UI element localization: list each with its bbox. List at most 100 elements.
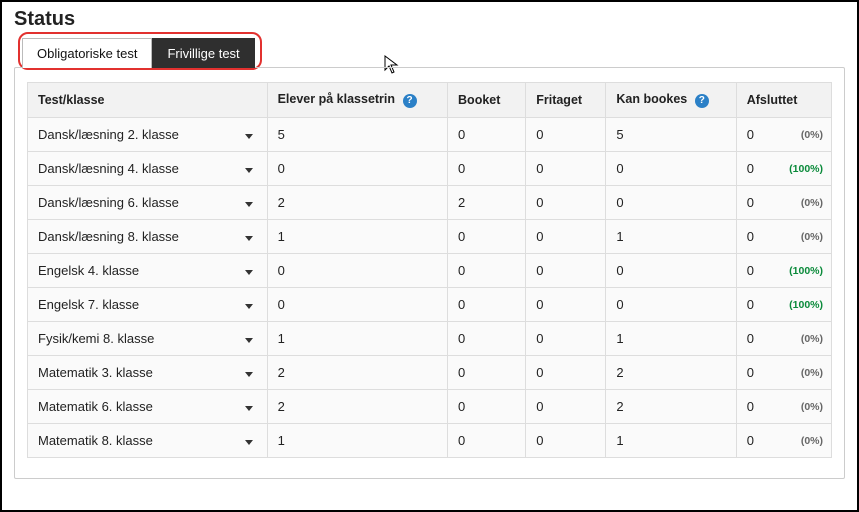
afsluttet-value: 0 xyxy=(747,229,754,244)
col-booket[interactable]: Booket xyxy=(448,83,526,118)
cell-kan: 2 xyxy=(606,356,736,390)
test-name: Dansk/læsning 6. klasse xyxy=(38,195,179,210)
cell-elever: 1 xyxy=(267,424,447,458)
cell-afsluttet: 0 (100%) xyxy=(736,288,831,322)
cell-fritaget: 0 xyxy=(526,254,606,288)
afsluttet-value: 0 xyxy=(747,399,754,414)
afsluttet-value: 0 xyxy=(747,263,754,278)
cell-booket: 0 xyxy=(448,390,526,424)
table-row: Engelsk 7. klasse00000(100%) xyxy=(28,288,832,322)
cell-elever: 2 xyxy=(267,356,447,390)
afsluttet-pct: (0%) xyxy=(801,333,823,345)
afsluttet-pct: (100%) xyxy=(789,265,823,277)
cell-afsluttet: 0(0%) xyxy=(736,118,831,152)
cell-afsluttet: 0 (0%) xyxy=(736,220,831,254)
test-name: Dansk/læsning 2. klasse xyxy=(38,127,179,142)
tab-bar: Obligatoriske test Frivillige test xyxy=(22,37,845,67)
col-elever[interactable]: Elever på klassetrin ? xyxy=(267,83,447,118)
row-dropdown-button[interactable] xyxy=(245,399,257,414)
cell-fritaget: 0 xyxy=(526,152,606,186)
afsluttet-value: 0 xyxy=(747,331,754,346)
afsluttet-pct: (0%) xyxy=(801,435,823,447)
col-kan-bookes[interactable]: Kan bookes ? xyxy=(606,83,736,118)
cell-booket: 0 xyxy=(448,356,526,390)
caret-down-icon xyxy=(245,304,253,309)
cell-booket: 0 xyxy=(448,322,526,356)
cell-fritaget: 0 xyxy=(526,322,606,356)
table-row: Dansk/læsning 8. klasse10010(0%) xyxy=(28,220,832,254)
cell-booket: 0 xyxy=(448,152,526,186)
cell-elever: 5 xyxy=(267,118,447,152)
cell-afsluttet: 0 (0%) xyxy=(736,322,831,356)
status-table: Test/klasse Elever på klassetrin ? Booke… xyxy=(27,82,832,458)
test-name: Engelsk 7. klasse xyxy=(38,297,139,312)
table-row: Engelsk 4. klasse00000(100%) xyxy=(28,254,832,288)
table-row: Matematik 6. klasse20020(0%) xyxy=(28,390,832,424)
test-name: Engelsk 4. klasse xyxy=(38,263,139,278)
test-name: Dansk/læsning 8. klasse xyxy=(38,229,179,244)
table-row: Dansk/læsning 2. klasse50050(0%) xyxy=(28,118,832,152)
cell-kan: 0 xyxy=(606,288,736,322)
cell-kan: 0 xyxy=(606,254,736,288)
row-dropdown-button[interactable] xyxy=(245,263,257,278)
cell-afsluttet: 0 (0%) xyxy=(736,186,831,220)
cell-elever: 0 xyxy=(267,254,447,288)
tab-obligatoriske[interactable]: Obligatoriske test xyxy=(22,38,152,68)
row-dropdown-button[interactable] xyxy=(245,365,257,380)
table-row: Dansk/læsning 4. klasse00000(100%) xyxy=(28,152,832,186)
cell-booket: 0 xyxy=(448,220,526,254)
cell-fritaget: 0 xyxy=(526,356,606,390)
cell-fritaget: 0 xyxy=(526,186,606,220)
cell-booket: 0 xyxy=(448,424,526,458)
status-panel: Test/klasse Elever på klassetrin ? Booke… xyxy=(14,67,845,479)
cell-kan: 0 xyxy=(606,152,736,186)
col-fritaget[interactable]: Fritaget xyxy=(526,83,606,118)
row-dropdown-button[interactable] xyxy=(245,331,257,346)
cell-fritaget: 0 xyxy=(526,220,606,254)
row-dropdown-button[interactable] xyxy=(245,433,257,448)
caret-down-icon xyxy=(245,270,253,275)
cell-booket: 2 xyxy=(448,186,526,220)
help-icon[interactable]: ? xyxy=(695,94,709,108)
cell-booket: 0 xyxy=(448,254,526,288)
afsluttet-pct: (100%) xyxy=(789,163,823,175)
cell-elever: 1 xyxy=(267,322,447,356)
afsluttet-value: 0 xyxy=(747,365,754,380)
caret-down-icon xyxy=(245,202,253,207)
afsluttet-pct: (0%) xyxy=(801,231,823,243)
afsluttet-pct: (100%) xyxy=(789,299,823,311)
cell-afsluttet: 0 (100%) xyxy=(736,254,831,288)
col-afsluttet[interactable]: Afsluttet xyxy=(736,83,831,118)
afsluttet-value: 0 xyxy=(747,297,754,312)
afsluttet-value: 0 xyxy=(747,127,754,142)
cell-elever: 1 xyxy=(267,220,447,254)
caret-down-icon xyxy=(245,406,253,411)
afsluttet-value: 0 xyxy=(747,195,754,210)
row-dropdown-button[interactable] xyxy=(245,127,257,142)
cell-booket: 0 xyxy=(448,288,526,322)
table-row: Matematik 3. klasse20020(0%) xyxy=(28,356,832,390)
row-dropdown-button[interactable] xyxy=(245,297,257,312)
cell-afsluttet: 0(100%) xyxy=(736,152,831,186)
row-dropdown-button[interactable] xyxy=(245,161,257,176)
cell-fritaget: 0 xyxy=(526,118,606,152)
afsluttet-pct: (0%) xyxy=(801,197,823,209)
afsluttet-pct: (0%) xyxy=(801,401,823,413)
row-dropdown-button[interactable] xyxy=(245,229,257,244)
cell-booket: 0 xyxy=(448,118,526,152)
cell-fritaget: 0 xyxy=(526,424,606,458)
help-icon[interactable]: ? xyxy=(403,94,417,108)
cell-kan: 1 xyxy=(606,220,736,254)
row-dropdown-button[interactable] xyxy=(245,195,257,210)
cell-elever: 2 xyxy=(267,390,447,424)
test-name: Matematik 8. klasse xyxy=(38,433,153,448)
cell-elever: 0 xyxy=(267,288,447,322)
cell-afsluttet: 0 (0%) xyxy=(736,390,831,424)
col-test-klasse[interactable]: Test/klasse xyxy=(28,83,268,118)
table-header-row: Test/klasse Elever på klassetrin ? Booke… xyxy=(28,83,832,118)
caret-down-icon xyxy=(245,134,253,139)
cell-afsluttet: 0(0%) xyxy=(736,424,831,458)
tab-frivillige[interactable]: Frivillige test xyxy=(152,38,254,68)
afsluttet-pct: (0%) xyxy=(801,367,823,379)
test-name: Matematik 3. klasse xyxy=(38,365,153,380)
